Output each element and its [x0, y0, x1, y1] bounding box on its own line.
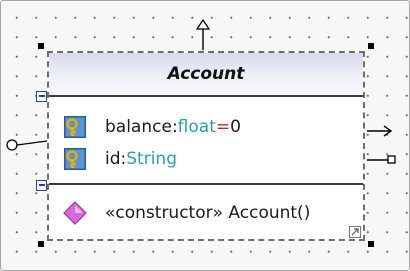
attribute-name: id	[105, 149, 121, 169]
attribute-row[interactable]: balance: float = 0	[63, 115, 241, 139]
operations-compartment[interactable]: «constructor» Account()	[49, 185, 363, 239]
attribute-assign: =	[215, 117, 231, 137]
attribute-type: String	[126, 149, 177, 169]
attribute-type: float	[177, 117, 216, 137]
selection-handle-bottom-right[interactable]	[368, 241, 374, 247]
selection-handle-bottom-left[interactable]	[38, 241, 44, 247]
selection-handle-top-left[interactable]	[38, 43, 44, 49]
attribute-name: balance	[105, 117, 172, 137]
port-stub[interactable]	[367, 155, 396, 164]
operation-row[interactable]: «constructor» Account()	[63, 201, 310, 225]
class-name: Account	[167, 64, 245, 84]
operation-name: Account()	[228, 203, 311, 223]
selection-handle-top-right[interactable]	[368, 43, 374, 49]
attribute-row[interactable]: id: String	[63, 147, 177, 171]
operation-diamond-icon	[63, 201, 87, 225]
collapse-operations-button[interactable]	[36, 180, 47, 191]
provided-interface-lollipop[interactable]	[6, 139, 48, 151]
association-arrow[interactable]	[367, 125, 393, 137]
key-property-icon	[64, 116, 86, 138]
collapse-attributes-button[interactable]	[36, 91, 47, 102]
class-header[interactable]: Account	[49, 53, 363, 97]
key-property-icon	[64, 148, 86, 170]
class-element[interactable]: Account balance: float = 0 id: String «…	[47, 51, 365, 241]
resize-grip-icon[interactable]	[349, 226, 361, 238]
operation-stereotype: «constructor»	[105, 203, 224, 223]
attribute-default: 0	[230, 117, 241, 137]
generalization-arrow[interactable]	[195, 18, 211, 50]
attributes-compartment[interactable]: balance: float = 0 id: String	[49, 97, 363, 185]
diagram-canvas[interactable]: Account balance: float = 0 id: String «…	[0, 0, 410, 271]
